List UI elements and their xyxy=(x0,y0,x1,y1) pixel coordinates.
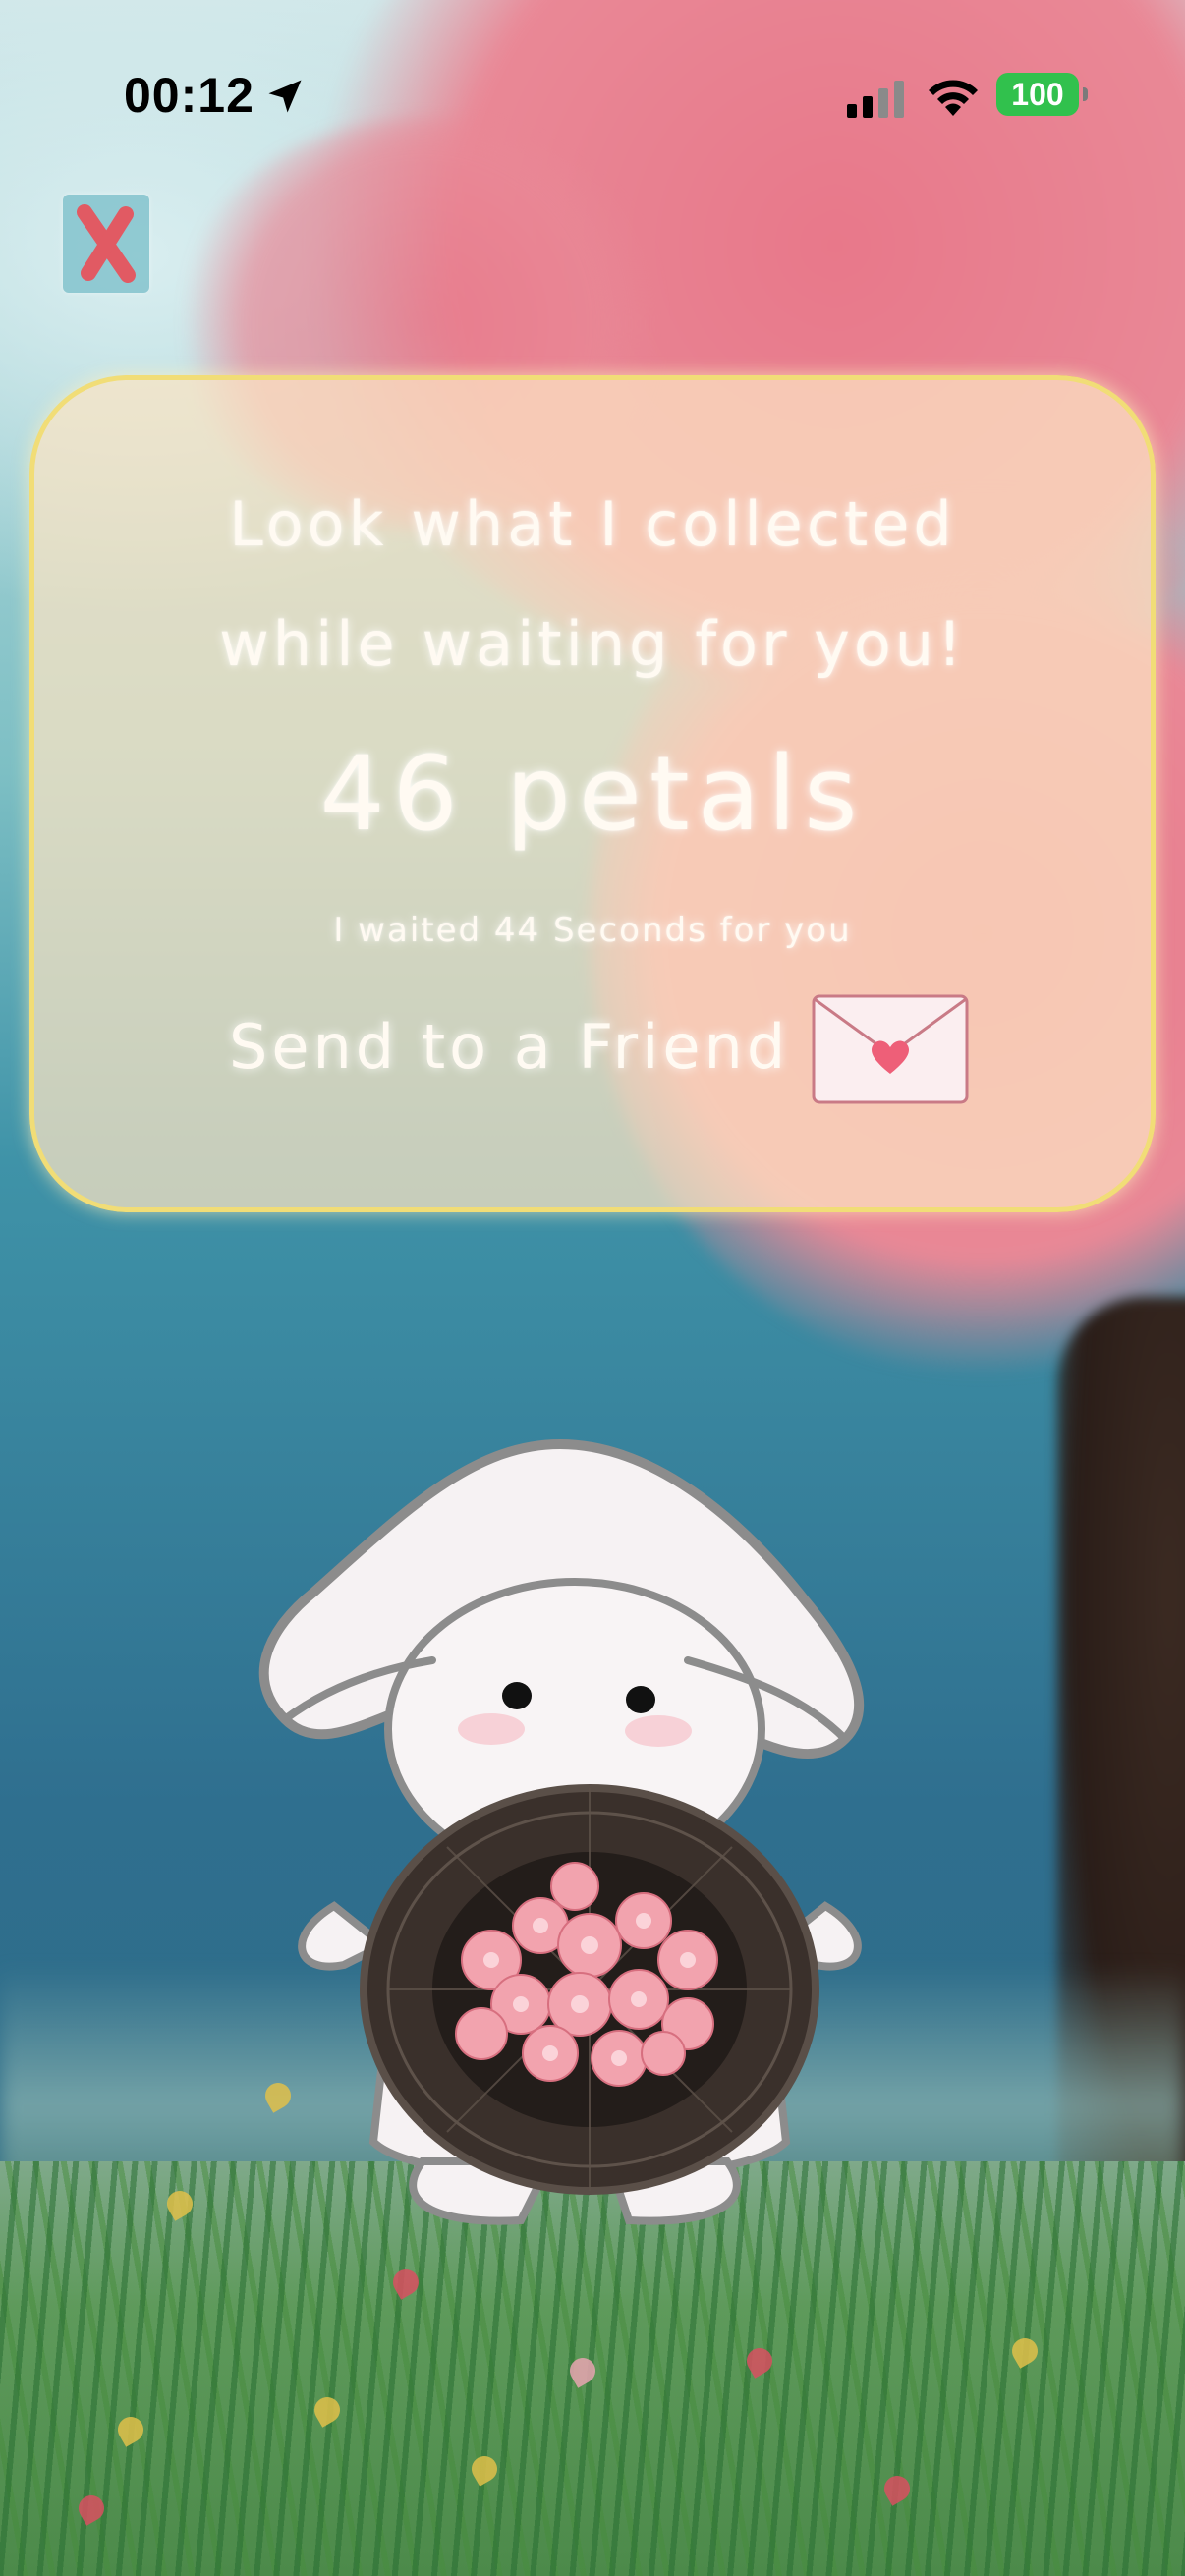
envelope-heart-icon[interactable] xyxy=(811,993,970,1105)
waited-time-text: I waited 44 Seconds for you xyxy=(333,911,852,950)
location-arrow-icon xyxy=(268,80,302,113)
battery-icon: 100 xyxy=(996,73,1088,116)
send-to-friend-label[interactable]: Send to a Friend xyxy=(229,1011,789,1083)
status-bar: 00:12 100 xyxy=(0,59,1185,138)
cellular-signal-icon xyxy=(847,81,904,118)
petal-count: 46 petals xyxy=(319,734,866,854)
card-line-1: Look what I collected xyxy=(229,488,956,560)
x-icon xyxy=(77,204,136,283)
card-line-2: while waiting for you! xyxy=(219,608,966,680)
result-card: Look what I collected while waiting for … xyxy=(29,375,1156,1212)
wifi-icon xyxy=(929,80,978,116)
status-time: 00:12 xyxy=(124,68,254,123)
send-to-friend-row[interactable]: Send to a Friend xyxy=(34,989,1151,1107)
bunny-character xyxy=(258,1439,864,2225)
close-button[interactable] xyxy=(63,195,149,293)
